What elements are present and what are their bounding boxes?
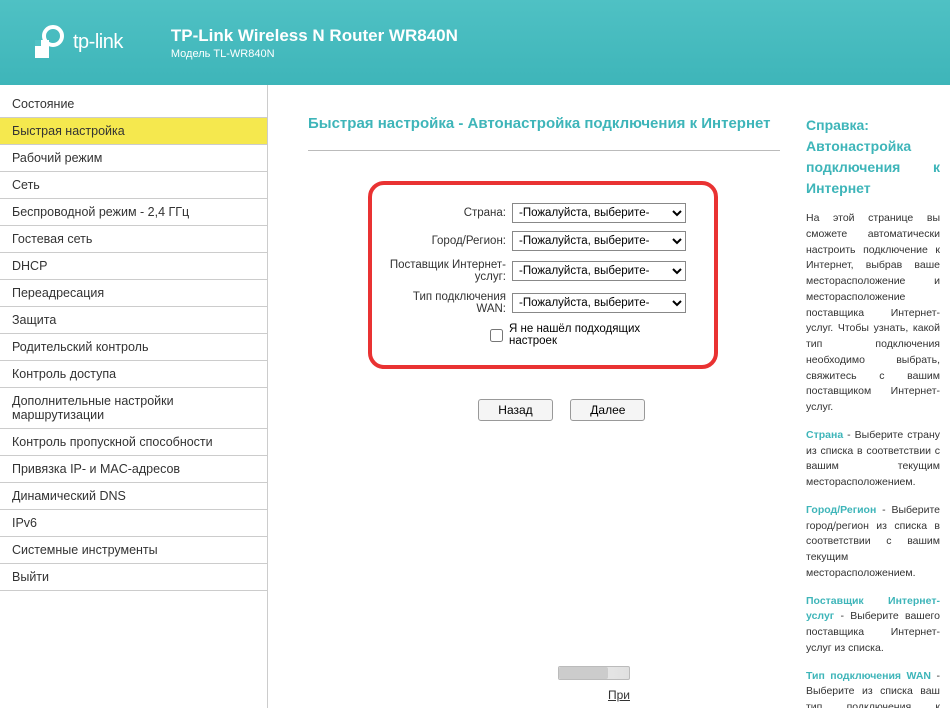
- horizontal-scrollbar[interactable]: [558, 666, 630, 680]
- page-title: Быстрая настройка - Автонастройка подклю…: [308, 115, 780, 140]
- sidebar-item-8[interactable]: Защита: [0, 307, 267, 334]
- sidebar-item-4[interactable]: Беспроводной режим - 2,4 ГГц: [0, 199, 267, 226]
- city-select[interactable]: -Пожалуйста, выберите-: [512, 231, 686, 251]
- sidebar-item-10[interactable]: Контроль доступа: [0, 361, 267, 388]
- autoconfig-form: Страна: -Пожалуйста, выберите- Город/Рег…: [368, 181, 718, 369]
- help-panel: Справка: Автонастройка подключения к Инт…: [800, 85, 950, 708]
- button-row: Назад Далее: [478, 399, 780, 421]
- sidebar-item-12[interactable]: Контроль пропускной способности: [0, 429, 267, 456]
- help-wan: Тип подключения WAN - Выберите из списка…: [806, 669, 940, 708]
- not-found-checkbox[interactable]: [490, 329, 503, 342]
- help-title: Справка: Автонастройка подключения к Инт…: [806, 115, 940, 199]
- footer-link[interactable]: При: [608, 688, 630, 702]
- sidebar-item-3[interactable]: Сеть: [0, 172, 267, 199]
- next-button[interactable]: Далее: [570, 399, 645, 421]
- sidebar-item-17[interactable]: Выйти: [0, 564, 267, 591]
- help-isp: Поставщик Интернет-услуг - Выберите ваше…: [806, 594, 940, 657]
- divider: [308, 150, 780, 151]
- country-select[interactable]: -Пожалуйста, выберите-: [512, 203, 686, 223]
- help-city: Город/Регион - Выберите город/регион из …: [806, 503, 940, 582]
- sidebar-item-14[interactable]: Динамический DNS: [0, 483, 267, 510]
- sidebar-item-5[interactable]: Гостевая сеть: [0, 226, 267, 253]
- tplink-logo-icon: [25, 22, 67, 64]
- help-country: Страна - Выберите страну из списка в соо…: [806, 428, 940, 491]
- isp-select[interactable]: -Пожалуйста, выберите-: [512, 261, 686, 281]
- sidebar-item-7[interactable]: Переадресация: [0, 280, 267, 307]
- product-subtitle: Модель TL-WR840N: [171, 48, 458, 60]
- sidebar-item-6[interactable]: DHCP: [0, 253, 267, 280]
- help-intro: На этой странице вы сможете автоматическ…: [806, 211, 940, 416]
- header-title-block: TP-Link Wireless N Router WR840N Модель …: [171, 26, 458, 60]
- main-content: Быстрая настройка - Автонастройка подклю…: [268, 85, 800, 708]
- sidebar: СостояниеБыстрая настройкаРабочий режимС…: [0, 85, 268, 708]
- country-label: Страна:: [382, 207, 512, 219]
- scrollbar-thumb[interactable]: [559, 667, 608, 679]
- sidebar-item-11[interactable]: Дополнительные настройки маршрутизации: [0, 388, 267, 429]
- city-label: Город/Регион:: [382, 235, 512, 247]
- product-title: TP-Link Wireless N Router WR840N: [171, 26, 458, 46]
- back-button[interactable]: Назад: [478, 399, 553, 421]
- not-found-label: Я не нашёл подходящих настроек: [509, 323, 686, 347]
- isp-label: Поставщик Интернет-услуг:: [382, 259, 512, 283]
- brand-text: tp-link: [73, 31, 123, 54]
- wan-label: Тип подключения WAN:: [382, 291, 512, 315]
- sidebar-item-9[interactable]: Родительский контроль: [0, 334, 267, 361]
- logo: tp-link: [25, 22, 123, 64]
- sidebar-item-2[interactable]: Рабочий режим: [0, 145, 267, 172]
- sidebar-item-1[interactable]: Быстрая настройка: [0, 118, 267, 145]
- header: tp-link TP-Link Wireless N Router WR840N…: [0, 0, 950, 85]
- wan-select[interactable]: -Пожалуйста, выберите-: [512, 293, 686, 313]
- sidebar-item-16[interactable]: Системные инструменты: [0, 537, 267, 564]
- sidebar-item-15[interactable]: IPv6: [0, 510, 267, 537]
- sidebar-item-0[interactable]: Состояние: [0, 91, 267, 118]
- sidebar-item-13[interactable]: Привязка IP- и MAC-адресов: [0, 456, 267, 483]
